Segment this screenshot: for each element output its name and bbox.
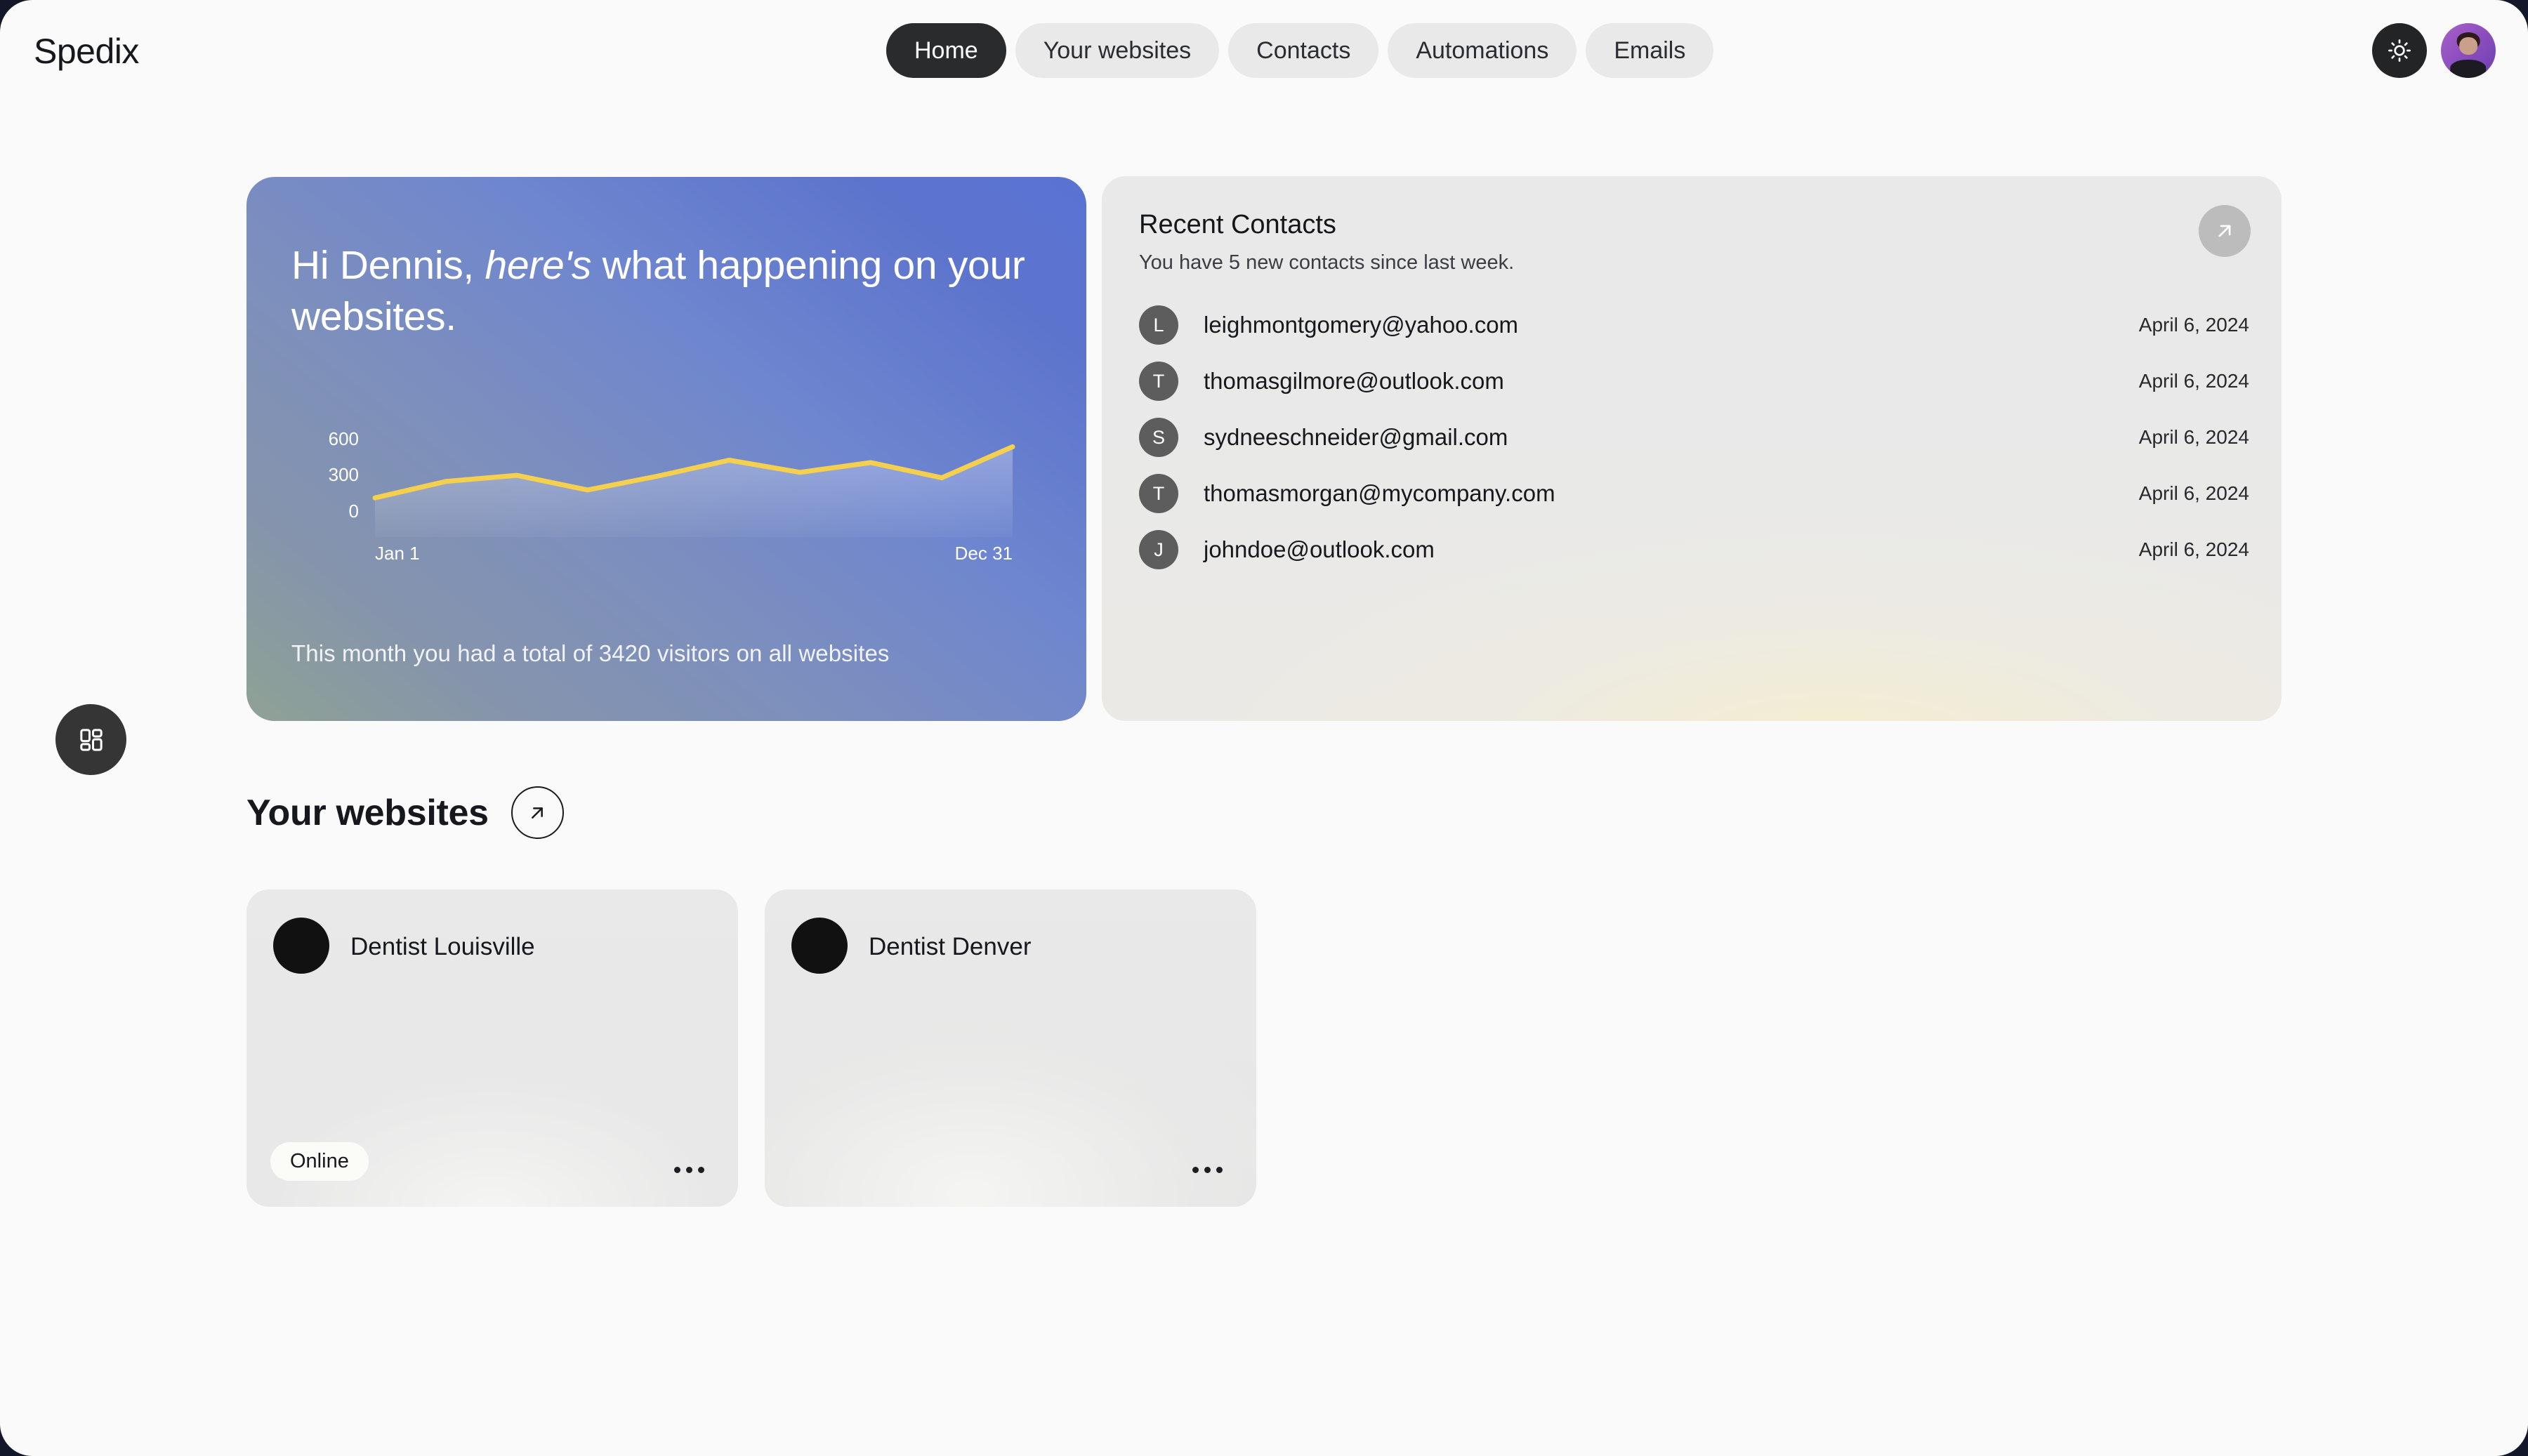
contact-date: April 6, 2024 xyxy=(2138,314,2249,336)
visitors-area-chart: 600 300 0 Jan 1 Dec 31 xyxy=(329,428,1015,564)
nav-tab-your-websites[interactable]: Your websites xyxy=(1015,23,1220,78)
contact-row[interactable]: T thomasmorgan@mycompany.com April 6, 20… xyxy=(1139,465,2249,522)
x-tick-end: Dec 31 xyxy=(955,543,1013,564)
nav-tab-automations[interactable]: Automations xyxy=(1388,23,1577,78)
your-websites-grid: Dentist Louisville Online Dentist Denver xyxy=(246,889,1256,1207)
nav-tab-emails[interactable]: Emails xyxy=(1586,23,1714,78)
status-badge: Online xyxy=(270,1142,369,1181)
recent-contacts-card: Recent Contacts You have 5 new contacts … xyxy=(1102,176,2282,721)
ellipsis-dot xyxy=(1204,1167,1211,1173)
y-tick-0: 0 xyxy=(349,501,359,522)
contact-row[interactable]: T thomasgilmore@outlook.com April 6, 202… xyxy=(1139,353,2249,409)
contact-avatar: J xyxy=(1139,530,1178,569)
y-tick-300: 300 xyxy=(329,464,359,485)
top-navigation-bar: Spedix Home Your websites Contacts Autom… xyxy=(0,0,2528,109)
x-tick-start: Jan 1 xyxy=(375,543,420,564)
hero-greeting: Hi Dennis, here's what happening on your… xyxy=(291,240,1029,343)
contact-email: thomasmorgan@mycompany.com xyxy=(1204,480,1555,506)
avatar-body xyxy=(2450,60,2487,78)
website-menu-button[interactable] xyxy=(1185,1160,1230,1180)
ellipsis-dot xyxy=(1192,1167,1199,1173)
recent-contacts-list: L leighmontgomery@yahoo.com April 6, 202… xyxy=(1139,297,2249,578)
website-name: Dentist Denver xyxy=(869,933,1032,960)
website-logo xyxy=(273,918,329,974)
app-window: Spedix Home Your websites Contacts Autom… xyxy=(0,0,2528,1456)
hero-greeting-prefix: Hi Dennis, xyxy=(291,243,485,288)
contact-row[interactable]: J johndoe@outlook.com April 6, 2024 xyxy=(1139,522,2249,578)
contact-email: thomasgilmore@outlook.com xyxy=(1204,368,1504,394)
contact-row[interactable]: S sydneeschneider@gmail.com April 6, 202… xyxy=(1139,409,2249,465)
theme-toggle-button[interactable] xyxy=(2372,23,2427,78)
widgets-fab-button[interactable] xyxy=(55,704,126,775)
ellipsis-dot xyxy=(698,1167,704,1173)
contact-email: leighmontgomery@yahoo.com xyxy=(1204,312,1519,338)
nav-tab-home[interactable]: Home xyxy=(886,23,1006,78)
contact-date: April 6, 2024 xyxy=(2138,482,2249,504)
chart-y-axis-labels: 600 300 0 xyxy=(329,428,359,522)
contact-email: johndoe@outlook.com xyxy=(1204,536,1435,562)
website-card[interactable]: Dentist Louisville Online xyxy=(246,889,738,1207)
contact-avatar: T xyxy=(1139,474,1178,513)
ellipsis-dot xyxy=(674,1167,680,1173)
chart-area-fill xyxy=(375,446,1013,537)
grid-layout-icon xyxy=(79,728,103,751)
hero-analytics-card: Hi Dennis, here's what happening on your… xyxy=(246,177,1086,721)
contact-avatar: L xyxy=(1139,305,1178,345)
avatar-face xyxy=(2459,37,2477,55)
contact-avatar: T xyxy=(1139,362,1178,401)
hero-footnote: This month you had a total of 3420 visit… xyxy=(291,640,890,666)
sun-icon xyxy=(2388,39,2411,62)
contact-avatar: S xyxy=(1139,418,1178,457)
arrow-up-right-icon xyxy=(2218,225,2231,237)
nav-tab-contacts[interactable]: Contacts xyxy=(1228,23,1379,78)
contact-date: April 6, 2024 xyxy=(2138,370,2249,392)
avatar[interactable] xyxy=(2441,23,2496,78)
website-logo xyxy=(791,918,848,974)
recent-contacts-subtitle: You have 5 new contacts since last week. xyxy=(1139,251,1515,274)
contact-email: sydneeschneider@gmail.com xyxy=(1204,424,1508,450)
app-logo: Spedix xyxy=(34,32,139,71)
topbar-actions xyxy=(2372,23,2496,78)
contact-row[interactable]: L leighmontgomery@yahoo.com April 6, 202… xyxy=(1139,297,2249,353)
recent-contacts-title: Recent Contacts xyxy=(1139,210,1336,239)
contact-date: April 6, 2024 xyxy=(2138,426,2249,448)
recent-contacts-expand-button[interactable] xyxy=(2199,205,2251,257)
ellipsis-dot xyxy=(686,1167,692,1173)
your-websites-title: Your websites xyxy=(246,792,489,833)
primary-nav: Home Your websites Contacts Automations … xyxy=(886,23,1714,78)
y-tick-600: 600 xyxy=(329,428,359,449)
ellipsis-dot xyxy=(1216,1167,1223,1173)
your-websites-expand-button[interactable] xyxy=(511,786,564,839)
hero-greeting-emphasis: here's xyxy=(485,243,592,288)
arrow-up-right-icon xyxy=(532,807,544,819)
contact-date: April 6, 2024 xyxy=(2138,538,2249,560)
your-websites-header: Your websites xyxy=(246,786,564,839)
website-name: Dentist Louisville xyxy=(350,933,535,960)
website-menu-button[interactable] xyxy=(667,1160,711,1180)
website-card[interactable]: Dentist Denver xyxy=(765,889,1256,1207)
